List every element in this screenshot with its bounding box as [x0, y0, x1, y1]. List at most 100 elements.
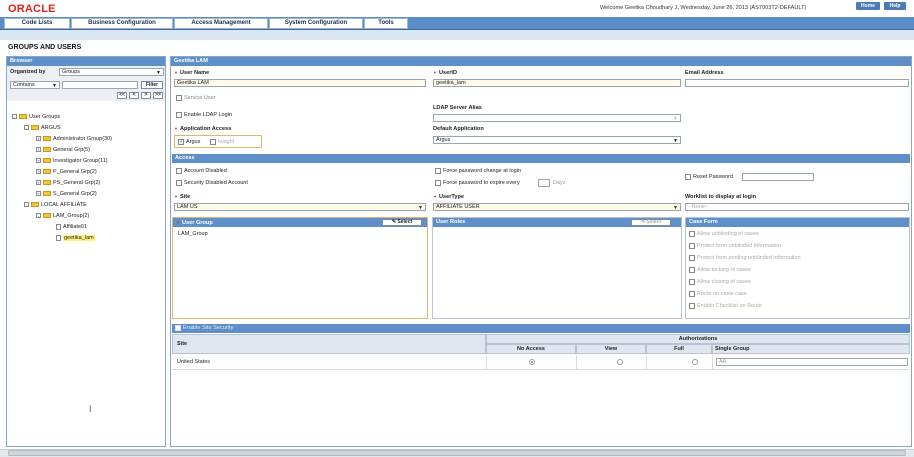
user-group-title: User Group	[181, 220, 213, 226]
default-app-select[interactable]: Argus ▼	[433, 136, 681, 144]
force-expire-checkbox[interactable]	[435, 179, 441, 186]
case-form-checkbox[interactable]	[689, 290, 695, 297]
tree-node-user[interactable]: Affiliate01	[56, 223, 87, 231]
col-divider	[486, 355, 487, 369]
tree-node-group[interactable]: + P_General Grp(2)	[36, 168, 97, 176]
email-label: Email Address	[685, 70, 724, 76]
account-disabled-checkbox[interactable]	[176, 167, 182, 174]
menu-business-configuration[interactable]: Business Configuration	[71, 18, 173, 29]
pager-prev-button[interactable]: <	[129, 92, 139, 99]
case-form-checkbox[interactable]	[689, 278, 695, 285]
menu-access-management[interactable]: Access Management	[174, 18, 268, 29]
expand-icon[interactable]: +	[36, 169, 41, 175]
pager-last-button[interactable]: >>	[153, 92, 163, 99]
force-change-label: Force password change at login	[443, 168, 521, 174]
case-form-checkbox[interactable]	[689, 254, 695, 261]
case-form-option[interactable]: Allow unblinding of cases	[689, 230, 759, 238]
collapse-icon[interactable]: -	[24, 125, 29, 131]
case-form-option[interactable]: Allow locking of cases	[689, 266, 751, 274]
menu-system-configuration[interactable]: System Configuration	[269, 18, 363, 29]
tree-node-user-selected[interactable]: geetika_lam	[56, 234, 95, 242]
case-form-checkbox[interactable]	[689, 242, 695, 249]
scrollbar-thumb[interactable]	[8, 450, 906, 456]
user-name-input[interactable]: Geetika LAM	[174, 79, 426, 87]
case-form-checkbox[interactable]	[689, 266, 695, 273]
filter-mode-select[interactable]: Contains ▼	[10, 81, 60, 89]
case-form-option[interactable]: Protect from unblinded information	[689, 242, 781, 250]
service-user-option[interactable]: Service User	[176, 94, 215, 102]
user-roles-select-button[interactable]: ✎ Select	[631, 219, 671, 226]
tree-node-user-groups[interactable]: - User Groups	[12, 113, 60, 121]
email-input[interactable]	[685, 79, 909, 87]
tree-node-argus[interactable]: - ARGUS	[24, 124, 61, 132]
force-change-checkbox[interactable]	[435, 167, 441, 174]
expand-icon[interactable]: +	[36, 147, 41, 153]
single-group-input[interactable]: AA	[716, 358, 908, 366]
insight-checkbox[interactable]	[210, 138, 216, 145]
force-change-option[interactable]: Force password change at login	[435, 167, 521, 175]
reset-password-input[interactable]	[742, 173, 814, 181]
menu-tools[interactable]: Tools	[364, 18, 408, 29]
enable-ldap-option[interactable]: Enable LDAP Login	[176, 111, 232, 119]
expand-icon[interactable]: +	[36, 180, 41, 186]
site-select[interactable]: LAM US ▼	[174, 203, 426, 211]
sub-band	[0, 30, 914, 40]
case-form-option[interactable]: Protect from printing unblinded informat…	[689, 254, 801, 262]
force-expire-option[interactable]: Force password to expire every	[435, 179, 520, 187]
view-radio[interactable]	[616, 359, 623, 365]
filter-button[interactable]: Filter	[141, 81, 163, 89]
case-form-checkbox[interactable]	[689, 230, 695, 237]
tree-node-local-affiliate[interactable]: - LOCAL AFFILIATE	[24, 201, 87, 209]
folder-icon	[19, 114, 27, 120]
no-access-radio[interactable]	[529, 359, 535, 365]
home-button[interactable]: Home	[856, 2, 880, 10]
app-access-label: Application Access	[174, 126, 231, 132]
menu-code-lists[interactable]: Code Lists	[4, 18, 70, 29]
ldap-alias-select[interactable]: ▼	[433, 114, 681, 122]
tree-node-group[interactable]: + Investigator Group(11)	[36, 157, 108, 165]
collapse-icon[interactable]: -	[12, 114, 17, 120]
case-form-checkbox[interactable]	[689, 302, 695, 309]
enable-ldap-checkbox[interactable]	[176, 111, 182, 118]
case-form-option[interactable]: Enable Checklist on Route	[689, 302, 762, 310]
pager-next-button[interactable]: >	[141, 92, 151, 99]
security-disabled-checkbox[interactable]	[176, 179, 182, 186]
argus-option[interactable]: Argus	[178, 138, 200, 146]
usertype-select[interactable]: AFFILIATE USER ▼	[433, 203, 681, 211]
worklist-select[interactable]: --None--	[685, 203, 909, 211]
argus-checkbox[interactable]	[178, 138, 184, 146]
tree-node-group[interactable]: + S_General Grp(2)	[36, 190, 97, 198]
pager-first-button[interactable]: <<	[117, 92, 127, 99]
expand-icon[interactable]: +	[36, 191, 41, 197]
security-disabled-option[interactable]: Security Disabled Account	[176, 179, 248, 187]
user-group-select-button[interactable]: ✎ Select	[382, 219, 422, 226]
usertype-label: UserType	[433, 194, 464, 200]
collapse-icon[interactable]: -	[24, 202, 29, 208]
full-radio[interactable]	[692, 359, 699, 365]
help-button[interactable]: Help	[884, 2, 906, 10]
expand-icon[interactable]: +	[36, 158, 41, 164]
organized-by-select[interactable]: Groups ▼	[59, 68, 164, 76]
tree-node-lam-group[interactable]: - LAM_Group(2)	[36, 212, 89, 220]
case-form-option[interactable]: Route on close case	[689, 290, 747, 298]
enable-site-security-checkbox[interactable]	[175, 324, 181, 331]
tree-node-group[interactable]: + General Grp(5)	[36, 146, 90, 154]
insight-option[interactable]: Insight	[210, 138, 234, 146]
reset-password-option[interactable]: Reset Password	[685, 173, 733, 181]
pencil-icon: ✎	[640, 219, 646, 225]
case-form-label: Allow closing of cases	[697, 279, 751, 285]
account-disabled-option[interactable]: Account Disabled	[176, 167, 227, 175]
expand-icon[interactable]: +	[36, 136, 41, 142]
user-group-item[interactable]: LAM_Group	[178, 231, 208, 237]
filter-input[interactable]	[62, 81, 138, 89]
user-id-input[interactable]: geetika_lam	[433, 79, 681, 87]
tree-node-group[interactable]: + Administrator Group(30)	[36, 135, 112, 143]
expire-days-input[interactable]	[538, 179, 550, 187]
reset-password-checkbox[interactable]	[685, 173, 691, 180]
service-user-checkbox[interactable]	[176, 94, 182, 101]
chevron-down-icon: ▼	[673, 116, 678, 122]
collapse-icon[interactable]: -	[36, 213, 41, 219]
case-form-option[interactable]: Allow closing of cases	[689, 278, 751, 286]
tree-node-group[interactable]: + PS_General Grp(2)	[36, 179, 100, 187]
user-doc-icon	[56, 234, 61, 241]
